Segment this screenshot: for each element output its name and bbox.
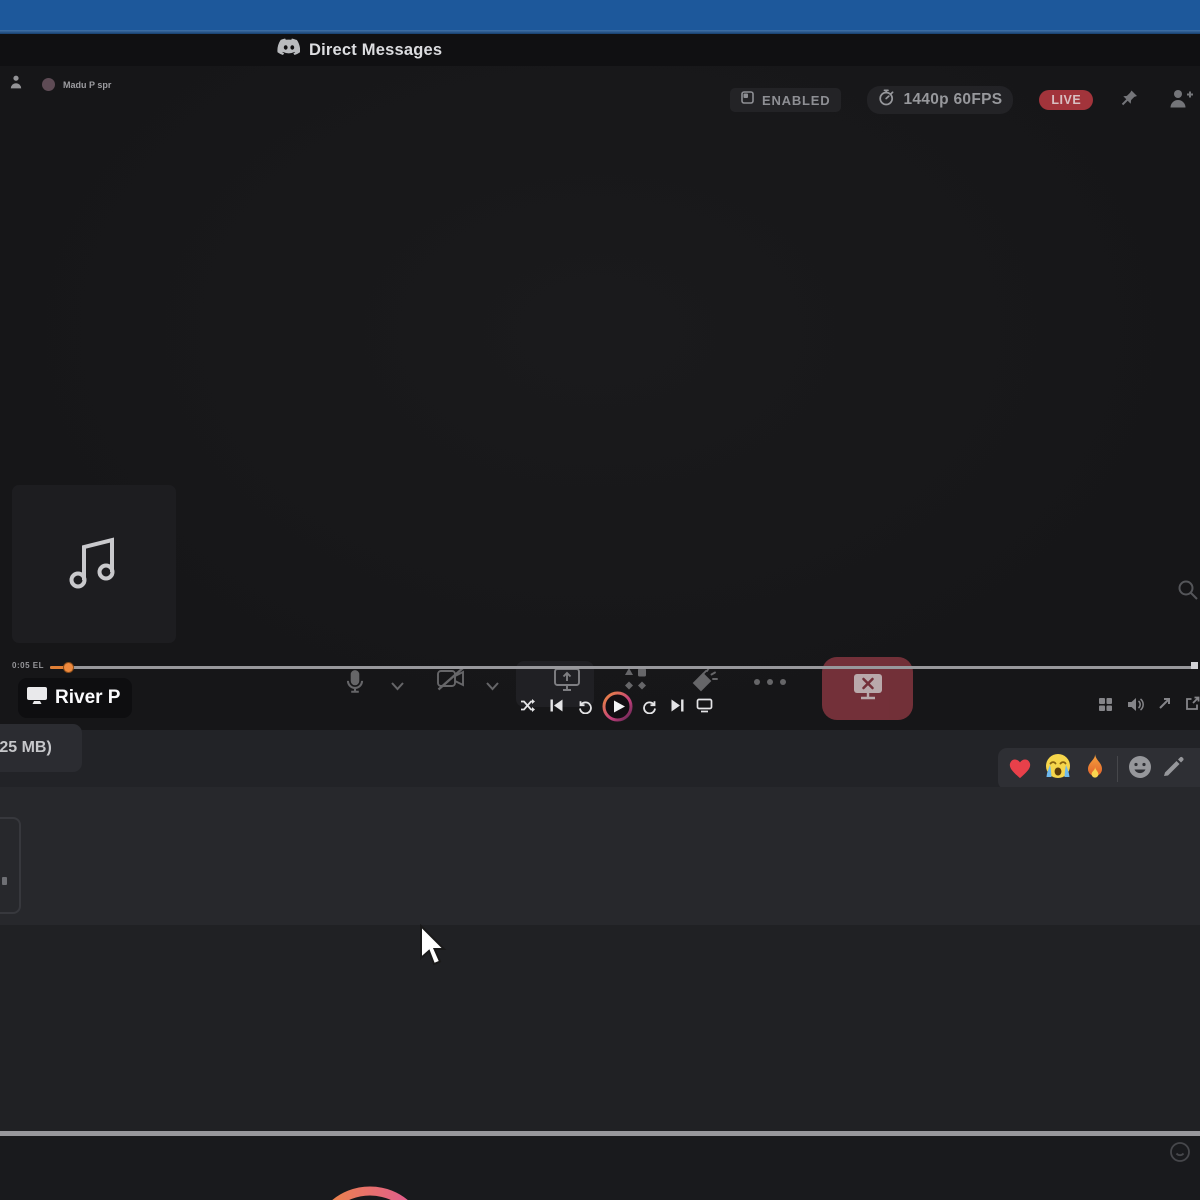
screen-share-pill-label: River P — [55, 687, 120, 709]
cast-icon[interactable] — [696, 698, 713, 718]
avatar-ring-arc — [305, 1178, 435, 1200]
volume-icon[interactable] — [1127, 697, 1144, 717]
zoom-icon[interactable] — [1176, 578, 1200, 607]
live-badge: LIVE — [1039, 90, 1093, 110]
seek-bar[interactable] — [50, 666, 1192, 669]
monitor-x-icon — [851, 671, 885, 706]
quality-badge-label: 1440p 60FPS — [903, 91, 1002, 109]
add-member-icon[interactable] — [1168, 86, 1194, 117]
screen-share-icon[interactable] — [553, 666, 581, 698]
camera-off-icon[interactable] — [436, 666, 466, 697]
microphone-icon[interactable] — [342, 668, 368, 701]
stream-badges: ENABLED 1440p 60FPS LIVE — [730, 86, 1093, 114]
overlay-badge-label: ENABLED — [762, 93, 830, 108]
discord-logo-icon — [276, 38, 300, 62]
chevron-down-icon[interactable] — [485, 678, 500, 696]
previous-icon[interactable] — [549, 698, 564, 718]
screen: Direct Messages Madu P spr ENABLED 14 — [0, 0, 1200, 1200]
overlay-enabled-badge: ENABLED — [730, 88, 841, 112]
person-icon — [10, 75, 22, 94]
soundboard-icon[interactable] — [690, 665, 719, 699]
bottom-panel — [0, 1136, 1200, 1200]
pin-icon[interactable] — [1118, 88, 1140, 115]
music-placeholder-tile — [12, 485, 176, 643]
chat-panel — [0, 787, 1200, 925]
screen-share-pill: River P — [18, 678, 132, 718]
forward-icon[interactable] — [642, 698, 658, 719]
seek-thumb[interactable] — [64, 663, 73, 672]
fire-emoji[interactable] — [1082, 753, 1108, 786]
viewer-row: Madu P spr — [10, 75, 111, 94]
section-divider — [0, 1131, 1200, 1136]
overlay-icon — [741, 91, 754, 109]
stream-view[interactable]: Madu P spr ENABLED 1440p 60FPS LIVE — [0, 66, 1200, 730]
stream-title-label: Madu P spr — [63, 80, 111, 90]
shuffle-icon[interactable] — [520, 698, 536, 718]
mouse-cursor — [419, 924, 449, 973]
loudly-crying-face-emoji[interactable] — [1043, 752, 1073, 787]
ghost-smiley-icon — [1168, 1140, 1192, 1169]
stream-quality-badge: 1440p 60FPS — [867, 86, 1013, 114]
popout-header: Direct Messages — [0, 34, 1200, 66]
seek-end-marker — [1191, 662, 1198, 669]
edit-icon[interactable] — [1162, 755, 1185, 783]
attachment-card[interactable]: (25 MB) — [0, 724, 82, 772]
play-icon[interactable] — [601, 690, 634, 728]
embed-glyph — [2, 877, 7, 885]
message-strip: (25 MB) — [0, 730, 1200, 787]
add-reaction-icon[interactable] — [1127, 754, 1153, 785]
fullscreen-icon[interactable] — [1157, 696, 1172, 716]
embed-placeholder[interactable] — [0, 817, 21, 914]
more-options-icon[interactable] — [752, 674, 788, 692]
next-icon[interactable] — [670, 698, 685, 718]
chevron-down-icon[interactable] — [390, 678, 405, 696]
popout-icon[interactable] — [1185, 696, 1200, 716]
grid-layout-icon[interactable] — [1098, 697, 1113, 717]
window-titlebar — [0, 0, 1200, 30]
attachment-size-label: (25 MB) — [0, 739, 52, 757]
toolbar-divider — [1117, 756, 1118, 782]
reaction-toolbar — [998, 748, 1200, 790]
page-title: Direct Messages — [309, 41, 442, 60]
avatar — [42, 78, 55, 91]
rewind-icon[interactable] — [577, 698, 593, 719]
monitor-icon — [26, 686, 48, 710]
stopwatch-icon — [878, 89, 895, 111]
music-note-icon — [66, 531, 122, 598]
red-heart-emoji[interactable] — [1006, 754, 1034, 785]
lower-panel — [0, 925, 1200, 1133]
elapsed-time-label: 0:05 EL — [12, 661, 44, 670]
